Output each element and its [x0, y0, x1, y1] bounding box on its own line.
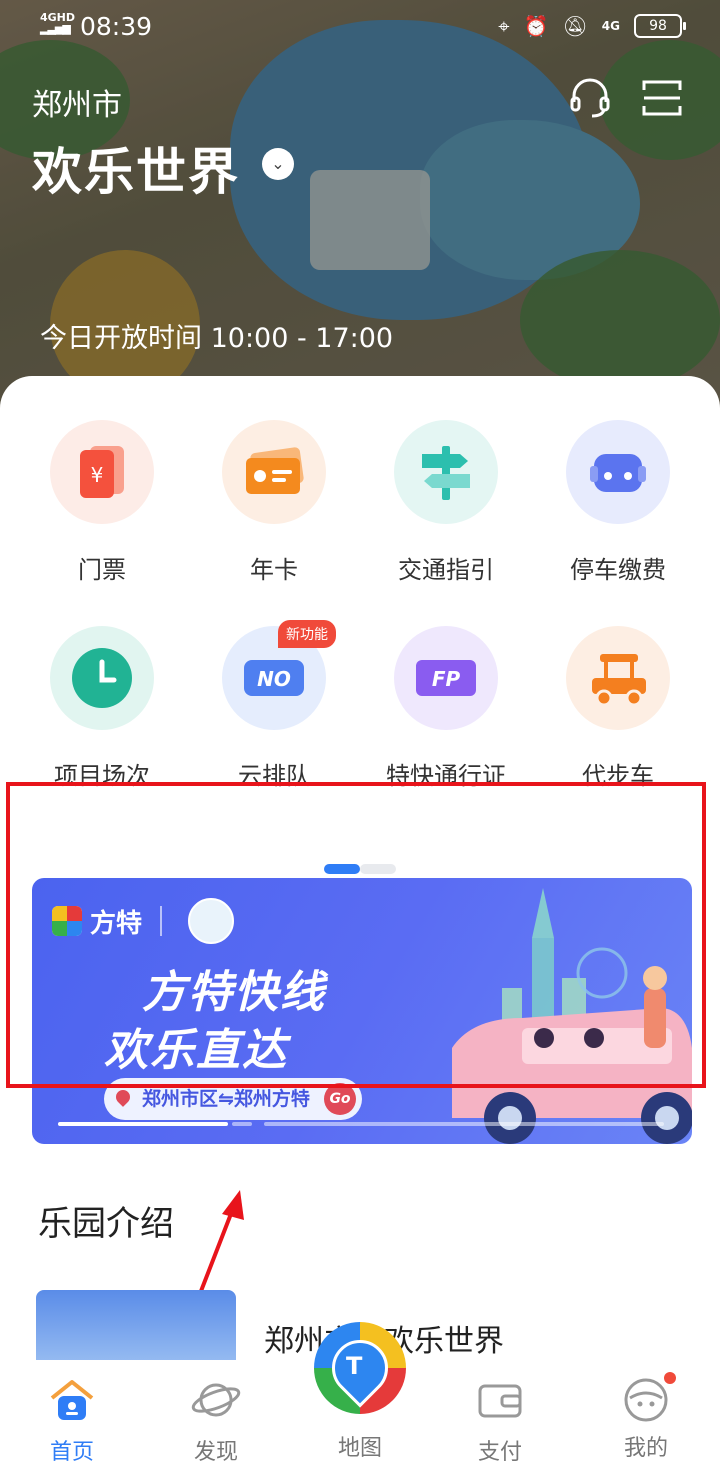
ticket-icon: ¥ — [80, 446, 124, 498]
wallet-icon — [478, 1384, 522, 1418]
grid-item-show-times[interactable]: 项目场次 — [16, 626, 188, 791]
cart-icon — [592, 654, 646, 707]
tab-label: 发现 — [193, 1440, 238, 1465]
notification-dot — [664, 1372, 676, 1384]
new-feature-badge: 新功能 — [278, 620, 336, 648]
svg-text:NO: NO — [257, 667, 291, 691]
map-fab-button[interactable]: T — [314, 1322, 406, 1414]
hero-map-background — [0, 0, 720, 420]
home-icon — [50, 1380, 94, 1420]
alarm-icon: ⏰ — [523, 14, 549, 38]
city-label: 郑州市 — [32, 88, 122, 123]
grid-item-tickets[interactable]: ¥ 门票 — [16, 420, 188, 585]
opening-hours: 今日开放时间 10:00 - 17:00 — [40, 323, 394, 354]
section-title: 乐园介绍 — [38, 1204, 174, 1244]
battery-indicator: 98 — [634, 14, 686, 38]
highlight-box — [6, 782, 706, 1088]
grid-item-parking-payment[interactable]: 停车缴费 — [532, 420, 704, 585]
grid-item-mobility-cart[interactable]: 代步车 — [532, 626, 704, 791]
card-icon — [246, 447, 304, 494]
fastpass-icon: FP — [416, 660, 476, 696]
park-name[interactable]: 欢乐世界 — [32, 132, 240, 204]
grid-item-transport-guide[interactable]: 交通指引 — [360, 420, 532, 585]
banner-progress-track — [232, 1122, 252, 1126]
tab-pay[interactable]: 支付 — [450, 1374, 550, 1466]
park-thumbnail[interactable] — [36, 1290, 236, 1370]
mute-icon: 🔕︎ — [562, 14, 588, 38]
tab-discover[interactable]: 发现 — [166, 1374, 266, 1466]
tab-label: 支付 — [477, 1440, 522, 1465]
grid-item-label: 年卡 — [250, 556, 298, 584]
grid-item-fast-pass[interactable]: FP 特快通行证 — [360, 626, 532, 791]
status-bar: 4GHD ▂▃▅▆ 08:39 ⌖ ⏰ 🔕︎ 4G 98 — [0, 0, 720, 56]
planet-icon — [191, 1383, 241, 1417]
clock-icon — [72, 648, 132, 708]
tab-label: 首页 — [49, 1440, 94, 1465]
status-time: 08:39 — [80, 12, 153, 41]
svg-text:¥: ¥ — [91, 463, 104, 487]
car-icon — [590, 454, 646, 492]
banner-progress-track — [264, 1122, 664, 1126]
grid-item-cloud-queue[interactable]: NO 新功能 云排队 — [188, 620, 360, 791]
location-pin-icon — [113, 1087, 133, 1107]
grid-item-label: 交通指引 — [398, 556, 494, 584]
grid-item-label: 停车缴费 — [570, 556, 666, 584]
signpost-icon — [422, 446, 470, 500]
location-icon: ⌖ — [498, 14, 510, 38]
chevron-down-icon[interactable]: ⌄ — [262, 148, 294, 180]
grid-item-label: 门票 — [78, 556, 126, 584]
signal-indicator: 4GHD ▂▃▅▆ — [40, 11, 76, 35]
route-text: 郑州市区⇋郑州方特 — [142, 1088, 310, 1110]
svg-text:FP: FP — [432, 667, 461, 691]
grid-item-annual-card[interactable]: 年卡 — [188, 420, 360, 585]
tab-label: 地图 — [337, 1436, 382, 1461]
scan-icon[interactable] — [640, 76, 684, 120]
customer-service-icon[interactable] — [568, 76, 612, 120]
mobile-data-label: 4G — [601, 19, 620, 33]
tab-label: 我的 — [623, 1436, 668, 1461]
tab-home[interactable]: 首页 — [22, 1374, 122, 1466]
tab-profile[interactable]: 我的 — [596, 1372, 696, 1462]
profile-icon — [624, 1378, 668, 1422]
banner-progress-active — [58, 1122, 228, 1126]
